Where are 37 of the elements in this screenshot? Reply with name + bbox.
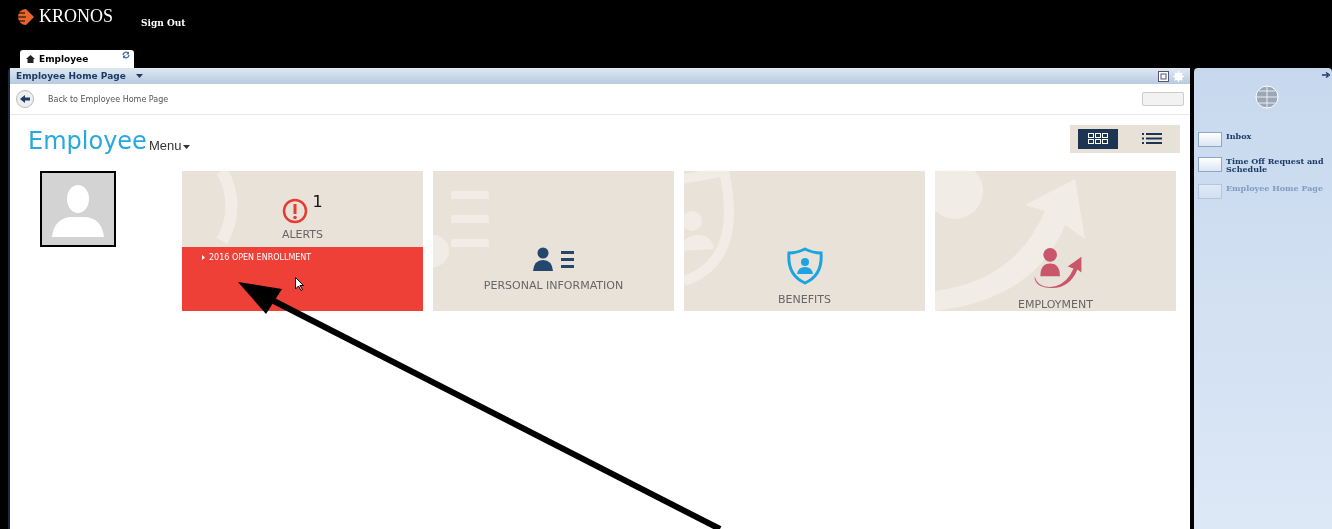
- tile-label: EMPLOYMENT: [1018, 298, 1093, 311]
- alert-icon: [282, 198, 309, 224]
- grid-icon: [1088, 133, 1108, 145]
- shield-person-icon: [786, 247, 823, 285]
- alerts-tile[interactable]: 1 ALERTS 2016 OPEN ENROLLMENT: [182, 171, 423, 311]
- tab[interactable]: Employee: [20, 50, 134, 68]
- window-title: Employee Home Page: [16, 71, 126, 81]
- caret-icon[interactable]: [135, 74, 143, 78]
- sign-out-link[interactable]: Sign Out: [141, 18, 186, 28]
- person-list-icon: [532, 247, 575, 271]
- sidebar-item[interactable]: Time Off Request and Schedule: [1198, 157, 1332, 174]
- alert-link[interactable]: 2016 OPEN ENROLLMENT: [202, 253, 423, 262]
- tile[interactable]: EMPLOYMENT: [935, 171, 1176, 311]
- sidebar-item[interactable]: Inbox: [1198, 132, 1252, 147]
- refresh-icon[interactable]: [122, 51, 130, 59]
- grid-view-button[interactable]: [1078, 129, 1118, 149]
- menu-dropdown[interactable]: Menu: [146, 138, 191, 153]
- back-arrow-icon: [20, 95, 30, 103]
- arrow-icon[interactable]: [1322, 72, 1330, 78]
- tile[interactable]: PERSONAL INFORMATION: [433, 171, 674, 311]
- mouse-cursor-icon: [295, 277, 304, 291]
- tile-label: PERSONAL INFORMATION: [483, 279, 624, 292]
- home-icon: [26, 55, 35, 63]
- back-button[interactable]: [16, 90, 34, 108]
- page-heading: Employee: [28, 129, 147, 153]
- back-link[interactable]: Back to Employee Home Page: [48, 94, 169, 104]
- tile-label: ALERTS: [281, 228, 324, 241]
- tile-label: BENEFITS: [778, 293, 831, 306]
- list-icon: [1142, 133, 1162, 145]
- globe-icon: [1254, 84, 1280, 110]
- caret-icon: [183, 144, 191, 149]
- tile[interactable]: BENEFITS: [684, 171, 925, 311]
- logo-icon: [16, 7, 36, 26]
- alert-count: 1: [312, 192, 323, 211]
- logo-text: KRONOS: [39, 6, 113, 27]
- maximize-icon[interactable]: [1158, 70, 1169, 82]
- triangle-icon: [202, 255, 205, 260]
